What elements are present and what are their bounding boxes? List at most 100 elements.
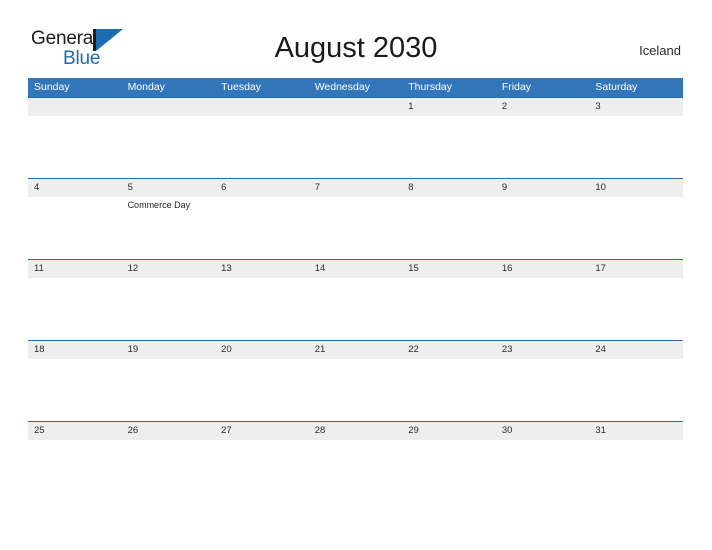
day-number: 12 <box>127 263 139 274</box>
weekday-header-row: Sunday Monday Tuesday Wednesday Thursday… <box>28 78 683 97</box>
calendar-day-cell[interactable]: 4 <box>28 179 122 259</box>
day-events <box>221 440 309 442</box>
weekday-header-saturday: Saturday <box>595 81 638 93</box>
day-events <box>315 197 403 199</box>
day-events <box>502 440 590 442</box>
calendar-day-cell[interactable]: 10 <box>589 179 683 259</box>
day-number: 29 <box>408 425 419 436</box>
calendar-day-cell[interactable]: 7 <box>309 179 403 259</box>
calendar-day-cell[interactable]: 2 <box>496 98 590 178</box>
calendar-day-cell[interactable]: 30 <box>496 422 590 502</box>
calendar-day-cell[interactable]: 31 <box>589 422 683 502</box>
day-events <box>595 359 683 361</box>
day-events <box>128 278 216 280</box>
calendar-day-cell[interactable]: 24 <box>589 341 683 421</box>
calendar-day-cell[interactable]: 29 <box>402 422 496 502</box>
calendar-day-cell[interactable]: 26 <box>122 422 216 502</box>
day-number: 28 <box>314 425 326 436</box>
calendar-page: General Blue August 2030 Iceland Sunday … <box>0 0 712 550</box>
calendar-day-cell[interactable]: 13 <box>215 260 309 340</box>
day-number: 18 <box>34 344 45 355</box>
calendar-day-cell[interactable]: 17 <box>589 260 683 340</box>
day-events <box>502 278 590 280</box>
day-events <box>315 359 403 361</box>
day-number: 5 <box>127 182 133 193</box>
day-number: 9 <box>501 182 508 193</box>
day-events <box>34 197 122 199</box>
day-events <box>128 116 216 118</box>
day-events <box>595 116 683 118</box>
calendar-day-cell-empty <box>28 98 122 178</box>
day-events <box>221 116 309 118</box>
day-events <box>595 278 683 280</box>
calendar-day-cell[interactable]: 28 <box>309 422 403 502</box>
calendar-day-cell[interactable]: 16 <box>496 260 590 340</box>
day-number: 21 <box>314 344 326 355</box>
day-events <box>221 359 309 361</box>
calendar-day-cell[interactable]: 3 <box>589 98 683 178</box>
calendar-day-cell[interactable]: 12 <box>122 260 216 340</box>
calendar-day-cell[interactable]: 25 <box>28 422 122 502</box>
calendar-day-cell[interactable]: 27 <box>215 422 309 502</box>
day-events <box>408 278 496 280</box>
day-number: 3 <box>595 101 601 112</box>
weekday-header-sunday: Sunday <box>34 81 70 93</box>
calendar-day-cell[interactable]: 11 <box>28 260 122 340</box>
day-number: 17 <box>595 263 606 274</box>
calendar-table: Sunday Monday Tuesday Wednesday Thursday… <box>28 78 683 502</box>
day-events <box>502 359 590 361</box>
week-cells: 11 12 13 14 15 16 17 <box>28 260 683 340</box>
calendar-day-cell[interactable]: 19 <box>122 341 216 421</box>
day-number: 4 <box>34 182 40 193</box>
day-events <box>128 440 216 442</box>
day-events <box>315 278 403 280</box>
calendar-day-cell[interactable]: 9 <box>496 179 590 259</box>
day-events <box>128 359 216 361</box>
calendar-day-cell[interactable]: 8 <box>402 179 496 259</box>
weekday-header-thursday: Thursday <box>408 81 453 93</box>
day-events <box>34 116 122 118</box>
day-number: 23 <box>501 344 513 355</box>
day-number: 1 <box>408 101 414 112</box>
calendar-day-cell[interactable]: 22 <box>402 341 496 421</box>
day-number: 20 <box>221 344 232 355</box>
day-events <box>34 359 122 361</box>
calendar-day-cell[interactable]: 21 <box>309 341 403 421</box>
day-number: 22 <box>408 344 419 355</box>
day-number: 11 <box>34 263 44 274</box>
calendar-weeks: 1 2 3 4 5 Commerce Day 6 7 8 9 10 11 12 13 14 15 16 17 18 1… <box>28 97 683 502</box>
day-events <box>595 197 683 199</box>
week-cells: 1 2 3 <box>28 98 683 178</box>
calendar-week-row: 25 26 27 28 29 30 31 <box>28 421 683 502</box>
calendar-day-cell[interactable]: 20 <box>215 341 309 421</box>
holiday-event-label: Commerce Day <box>127 200 191 210</box>
day-number: 2 <box>501 101 508 112</box>
calendar-day-cell[interactable]: 23 <box>496 341 590 421</box>
calendar-day-cell[interactable]: 15 <box>402 260 496 340</box>
day-events <box>34 440 122 442</box>
day-number: 27 <box>221 425 232 436</box>
weekday-header-friday: Friday <box>501 81 531 93</box>
day-events <box>221 197 309 199</box>
page-header: General Blue August 2030 Iceland <box>0 0 712 70</box>
day-number: 8 <box>408 182 414 193</box>
day-number: 31 <box>595 425 606 436</box>
day-number: 15 <box>408 263 419 274</box>
calendar-day-cell[interactable]: 1 <box>402 98 496 178</box>
weekday-header-monday: Monday <box>127 81 165 93</box>
day-number: 30 <box>501 425 513 436</box>
calendar-day-cell[interactable]: 5 Commerce Day <box>122 179 216 259</box>
day-events <box>315 440 403 442</box>
week-cells: 18 19 20 21 22 23 24 <box>28 341 683 421</box>
day-number: 24 <box>595 344 606 355</box>
calendar-week-row: 4 5 Commerce Day 6 7 8 9 10 <box>28 178 683 259</box>
calendar-day-cell[interactable]: 6 <box>215 179 309 259</box>
calendar-week-row: 1 2 3 <box>28 97 683 178</box>
calendar-day-cell[interactable]: 14 <box>309 260 403 340</box>
day-events <box>221 278 309 280</box>
weekday-header-tuesday: Tuesday <box>221 81 262 93</box>
day-events: Commerce Day <box>128 197 216 211</box>
calendar-day-cell[interactable]: 18 <box>28 341 122 421</box>
day-events <box>408 116 496 118</box>
day-number: 14 <box>314 263 326 274</box>
